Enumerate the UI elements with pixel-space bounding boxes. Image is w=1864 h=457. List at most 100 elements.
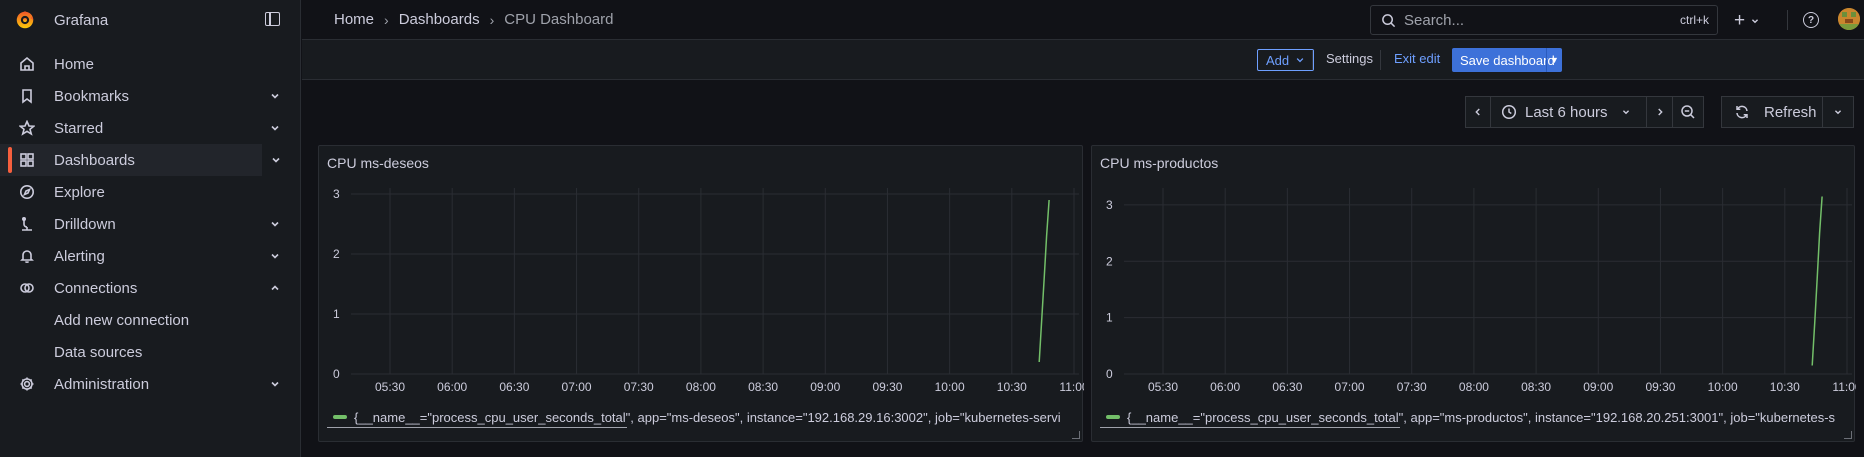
- y-tick-label: 0: [1106, 367, 1113, 381]
- sidebar-item-dashboards[interactable]: Dashboards: [0, 144, 280, 176]
- chevron-down-icon[interactable]: [269, 153, 283, 167]
- sidebar-item-drilldown[interactable]: Drilldown: [0, 208, 300, 240]
- x-tick-label: 08:00: [1459, 380, 1489, 394]
- chevron-down-icon: [1834, 110, 1842, 115]
- chevron-down-icon[interactable]: [268, 249, 282, 263]
- sidebar-nav: Home Bookmarks Starred Dashboards Explor…: [0, 48, 300, 400]
- x-tick-label: 06:30: [1272, 380, 1302, 394]
- time-range-picker[interactable]: Last 6 hours: [1490, 96, 1647, 128]
- time-range-label: Last 6 hours: [1525, 103, 1608, 121]
- brand-name: Grafana: [54, 11, 109, 29]
- legend-label: {__name__="process_cpu_user_seconds_tota…: [1127, 409, 1836, 425]
- apps-icon: [18, 151, 36, 169]
- x-tick-label: 06:30: [499, 380, 529, 394]
- sidebar: Grafana Home Bookmarks Starred Dashboard…: [0, 0, 301, 457]
- save-dashboard-label: Save dashboard: [1460, 52, 1555, 68]
- x-tick-label: 11:00: [1832, 380, 1856, 394]
- x-tick-label: 07:30: [1397, 380, 1427, 394]
- time-forward-button[interactable]: [1646, 96, 1673, 128]
- x-tick-label: 07:00: [562, 380, 592, 394]
- refresh-button[interactable]: Refresh: [1721, 96, 1823, 128]
- x-tick-label: 09:00: [1583, 380, 1613, 394]
- time-range-controls: Last 6 hours: [1465, 96, 1704, 128]
- sidebar-item-label: Starred: [54, 119, 104, 137]
- chevron-down-icon: [1622, 110, 1629, 115]
- sync-icon: [1736, 105, 1748, 119]
- add-button[interactable]: Add: [1257, 49, 1315, 71]
- series-line: [1038, 199, 1050, 363]
- panel-resize-handle[interactable]: [1844, 431, 1852, 439]
- sidebar-item-label: Dashboards: [54, 151, 135, 169]
- breadcrumb-home[interactable]: Home: [334, 11, 374, 28]
- legend-label: {__name__="process_cpu_user_seconds_tota…: [354, 409, 1061, 425]
- breadcrumb-current: CPU Dashboard: [504, 11, 614, 28]
- panel-resize-handle[interactable]: [1072, 431, 1080, 439]
- sidebar-item-administration[interactable]: Administration: [0, 368, 300, 400]
- grafana-logo-icon[interactable]: [14, 9, 36, 31]
- x-tick-label: 10:30: [997, 380, 1027, 394]
- sidebar-item-label: Data sources: [54, 343, 143, 361]
- sidebar-item-label: Connections: [54, 279, 138, 297]
- refresh-interval-dropdown[interactable]: [1822, 96, 1854, 128]
- timeseries-chart: 05:30 06:00 06:30 07:00 07:30 08:00 08:30 09:00…: [1106, 188, 1856, 394]
- save-dashboard-button[interactable]: Save dashboard ▼: [1452, 48, 1562, 72]
- timeseries-chart: 05:30 06:00 06:30 07:00 07:30 08:00 08:30 09:00…: [333, 187, 1084, 394]
- sidebar-item-add-new-connection[interactable]: Add new connection: [0, 304, 300, 336]
- y-tick-label: 3: [1106, 198, 1113, 212]
- drilldown-icon: [18, 215, 36, 233]
- dashboard-edit-bar: Add Settings Exit edit Save dashboard ▼: [302, 40, 1864, 80]
- sidebar-item-home[interactable]: Home: [0, 48, 300, 80]
- x-tick-label: 06:00: [437, 380, 467, 394]
- sidebar-item-label: Bookmarks: [54, 87, 130, 105]
- panel-cpu-ms-productos[interactable]: CPU ms-productos 05:30 06:00 06:30 07:00 07:…: [1091, 145, 1856, 442]
- y-tick-label: 3: [333, 187, 340, 201]
- panel-cpu-ms-deseos[interactable]: CPU ms-deseos 05:30 06:00 06:30 07:00 07:30 0…: [318, 145, 1084, 442]
- sidebar-item-label: Add new connection: [54, 311, 190, 329]
- chevron-down-icon[interactable]: [268, 121, 282, 135]
- x-tick-label: 10:00: [935, 380, 965, 394]
- zoom-out-button[interactable]: [1672, 96, 1704, 128]
- x-tick-label: 10:30: [1770, 380, 1800, 394]
- x-tick-label: 08:30: [748, 380, 778, 394]
- chevron-down-icon[interactable]: ▼: [1546, 48, 1562, 72]
- chevron-down-icon[interactable]: [268, 217, 282, 231]
- grafana-app: Grafana Home Bookmarks Starred Dashboard…: [0, 0, 1864, 457]
- chevron-up-icon[interactable]: [268, 281, 282, 295]
- y-tick-label: 2: [1106, 254, 1113, 268]
- chart-legend[interactable]: {__name__="process_cpu_user_seconds_tota…: [1100, 408, 1848, 426]
- avatar[interactable]: [1838, 8, 1860, 30]
- cog-icon: [18, 375, 36, 393]
- search-input[interactable]: Search... ctrl+k: [1370, 5, 1718, 35]
- dock-menu-icon[interactable]: [265, 12, 280, 26]
- chevron-down-icon[interactable]: [268, 377, 282, 391]
- help-icon[interactable]: ?: [1803, 12, 1819, 28]
- chart-legend[interactable]: {__name__="process_cpu_user_seconds_tota…: [327, 408, 1077, 426]
- x-tick-label: 08:30: [1521, 380, 1551, 394]
- sidebar-item-starred[interactable]: Starred: [0, 112, 300, 144]
- star-icon: [18, 119, 36, 137]
- new-menu-button[interactable]: +: [1734, 10, 1761, 32]
- y-tick-label: 0: [333, 367, 340, 381]
- sidebar-item-label: Administration: [54, 375, 150, 393]
- clock-icon: [1501, 104, 1517, 120]
- chevron-right-icon: ›: [489, 11, 495, 28]
- breadcrumb-dashboards[interactable]: Dashboards: [399, 11, 480, 28]
- sidebar-header: Grafana: [0, 0, 300, 40]
- divider: [1380, 50, 1381, 70]
- time-back-button[interactable]: [1465, 96, 1491, 128]
- sidebar-item-data-sources[interactable]: Data sources: [0, 336, 300, 368]
- x-tick-label: 09:00: [810, 380, 840, 394]
- chevron-right-icon: ›: [384, 11, 389, 28]
- chevron-down-icon[interactable]: [268, 89, 282, 103]
- exit-edit-button[interactable]: Exit edit: [1394, 51, 1440, 66]
- sidebar-item-explore[interactable]: Explore: [0, 176, 300, 208]
- sidebar-item-bookmarks[interactable]: Bookmarks: [0, 80, 300, 112]
- search-placeholder: Search...: [1404, 11, 1465, 29]
- x-tick-label: 05:30: [375, 380, 405, 394]
- refresh-controls: Refresh: [1721, 96, 1854, 128]
- legend-underline: [1100, 427, 1400, 428]
- settings-button[interactable]: Settings: [1326, 51, 1373, 66]
- sidebar-item-connections[interactable]: Connections: [0, 272, 300, 304]
- sidebar-item-alerting[interactable]: Alerting: [0, 240, 300, 272]
- zoom-out-icon: [1681, 105, 1695, 119]
